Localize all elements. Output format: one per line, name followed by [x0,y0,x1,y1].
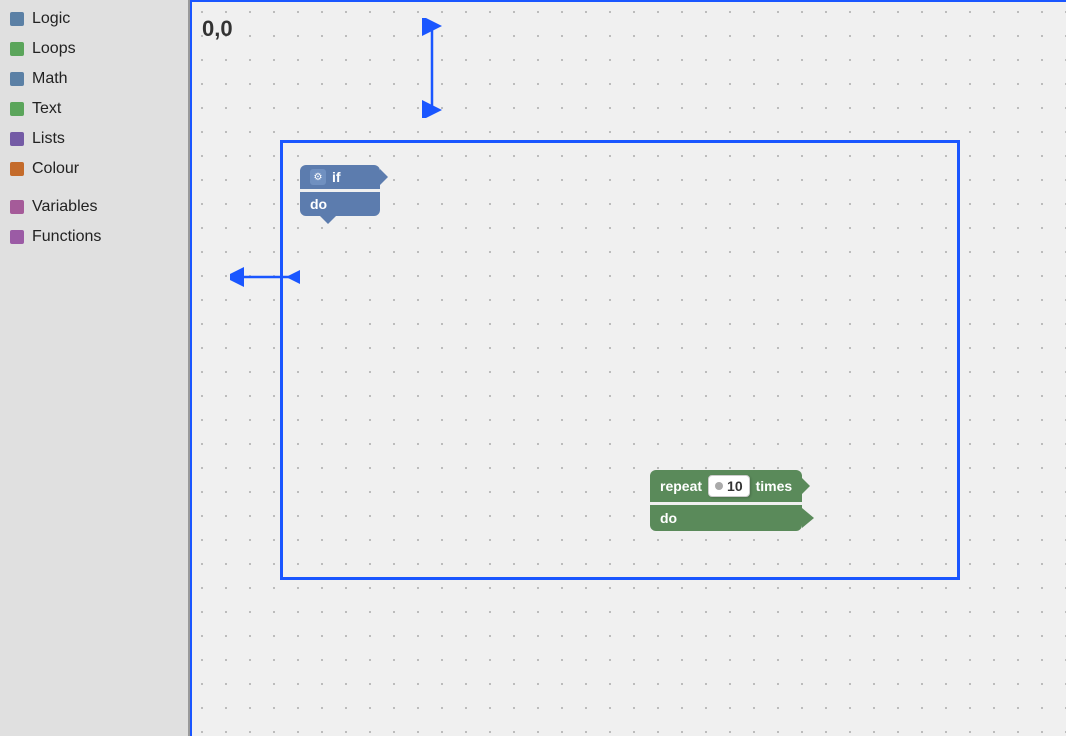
if-block-bottom[interactable]: do [300,192,380,216]
gear-icon[interactable]: ⚙ [310,169,326,185]
if-notch-right [380,169,388,185]
if-block-top[interactable]: ⚙ if [300,165,380,189]
sidebar-label-math: Math [32,70,68,88]
variables-color-dot [10,200,24,214]
colour-color-dot [10,162,24,176]
functions-color-dot [10,230,24,244]
sidebar-item-loops[interactable]: Loops [0,34,188,64]
sidebar: Logic Loops Math Text Lists Colour Varia… [0,0,190,736]
if-label: if [332,169,341,185]
do-notch [802,508,814,528]
axis-vertical [190,0,192,736]
coordinate-label: 0,0 [202,16,233,42]
canvas-background: 0,0 [190,0,1066,736]
repeat-block-bottom[interactable]: do [650,505,802,531]
repeat-notch-right [802,478,810,494]
sidebar-item-logic[interactable]: Logic [0,4,188,34]
sidebar-label-lists: Lists [32,130,65,148]
sidebar-label-variables: Variables [32,198,98,216]
sidebar-label-loops: Loops [32,40,76,58]
sidebar-item-functions[interactable]: Functions [0,222,188,252]
sidebar-label-logic: Logic [32,10,70,28]
sidebar-label-functions: Functions [32,228,101,246]
loops-color-dot [10,42,24,56]
if-block[interactable]: ⚙ if do [300,165,380,216]
sidebar-item-variables[interactable]: Variables [0,192,188,222]
repeat-value-input[interactable]: 10 [708,475,750,497]
sidebar-item-text[interactable]: Text [0,94,188,124]
repeat-block[interactable]: repeat 10 times do [650,470,802,531]
repeat-label: repeat [660,478,702,494]
do-label: do [310,196,327,212]
sidebar-item-lists[interactable]: Lists [0,124,188,154]
horizontal-arrow-icon [230,265,300,289]
sidebar-item-colour[interactable]: Colour [0,154,188,184]
repeat-do-label: do [660,510,677,526]
if-notch-bottom [320,216,336,224]
sidebar-item-math[interactable]: Math [0,64,188,94]
selection-rectangle [280,140,960,580]
sidebar-label-text: Text [32,100,61,118]
main-canvas[interactable]: 0,0 [190,0,1066,736]
math-color-dot [10,72,24,86]
lists-color-dot [10,132,24,146]
axis-horizontal [190,0,1066,2]
repeat-block-top[interactable]: repeat 10 times [650,470,802,502]
text-color-dot [10,102,24,116]
logic-color-dot [10,12,24,26]
vertical-arrow-icon [420,18,444,118]
sidebar-label-colour: Colour [32,160,79,178]
times-label: times [756,478,793,494]
